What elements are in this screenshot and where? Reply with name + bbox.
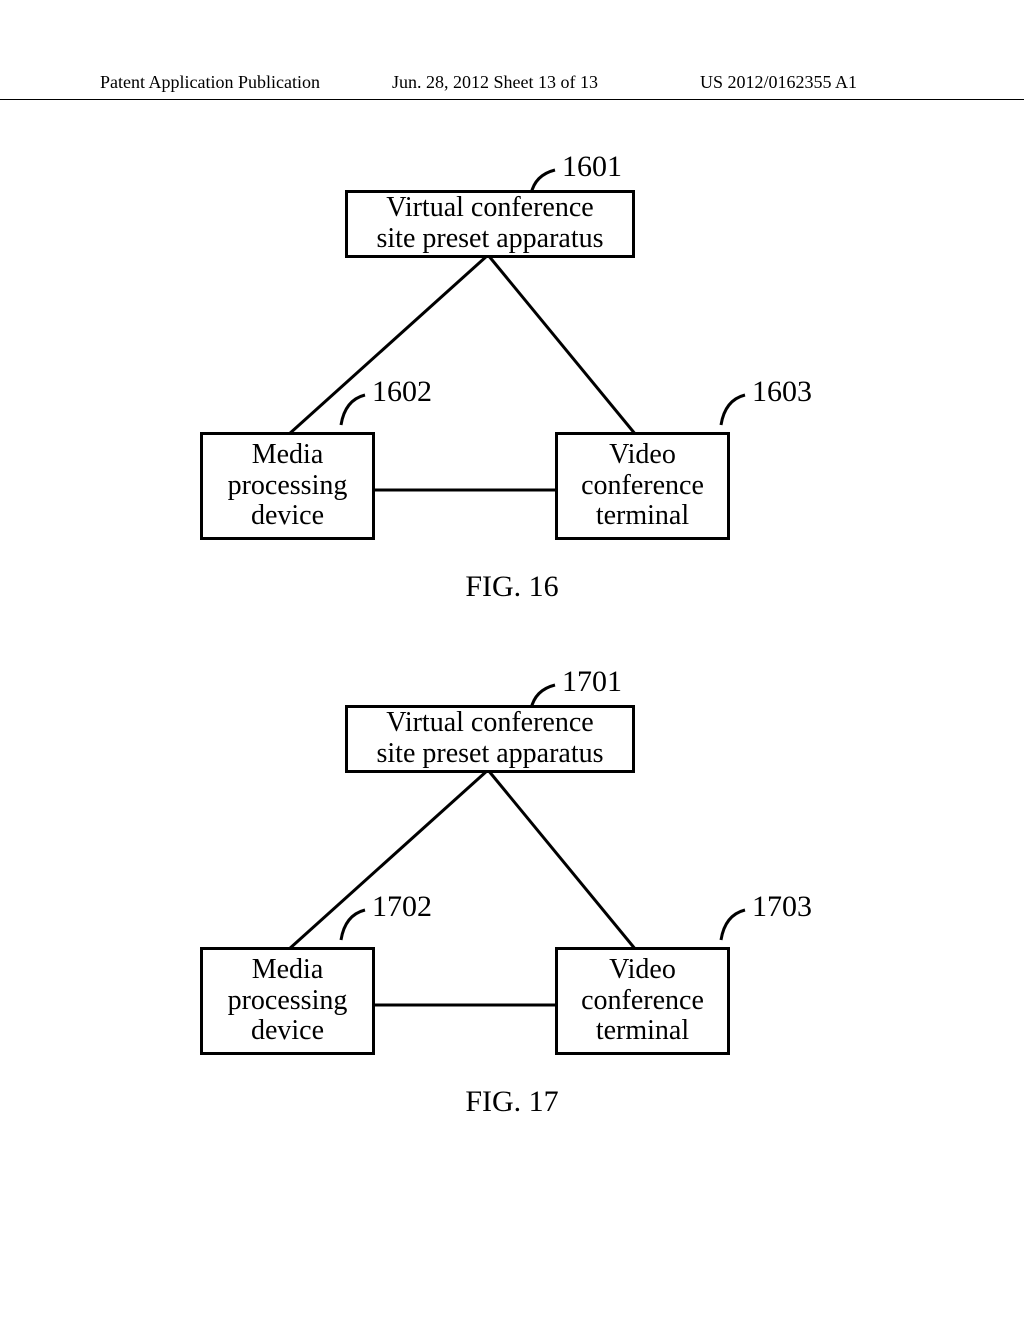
figure-16: Virtual conference site preset apparatus… — [0, 150, 1024, 650]
box-virtual-conference-preset-1701: Virtual conference site preset apparatus — [345, 705, 635, 773]
page-header: Patent Application Publication Jun. 28, … — [0, 72, 1024, 100]
header-center: Jun. 28, 2012 Sheet 13 of 13 — [392, 72, 598, 93]
box-1702-label: Media processing device — [228, 955, 348, 1047]
ref-1701: 1701 — [562, 665, 622, 699]
figure-17: Virtual conference site preset apparatus… — [0, 665, 1024, 1165]
header-left: Patent Application Publication — [100, 72, 320, 93]
figure-16-caption: FIG. 16 — [0, 570, 1024, 604]
box-1602-label: Media processing device — [228, 440, 348, 532]
box-1701-label: Virtual conference site preset apparatus — [376, 708, 603, 770]
box-media-processing-1602: Media processing device — [200, 432, 375, 540]
figure-17-caption: FIG. 17 — [0, 1085, 1024, 1119]
ref-1601: 1601 — [562, 150, 622, 184]
box-video-conference-terminal-1603: Video conference terminal — [555, 432, 730, 540]
ref-1603: 1603 — [752, 375, 812, 409]
box-1601-label: Virtual conference site preset apparatus — [376, 193, 603, 255]
box-video-conference-terminal-1703: Video conference terminal — [555, 947, 730, 1055]
ref-1703: 1703 — [752, 890, 812, 924]
box-1603-label: Video conference terminal — [581, 440, 704, 532]
box-media-processing-1702: Media processing device — [200, 947, 375, 1055]
box-1703-label: Video conference terminal — [581, 955, 704, 1047]
header-right: US 2012/0162355 A1 — [700, 72, 857, 93]
ref-1602: 1602 — [372, 375, 432, 409]
ref-1702: 1702 — [372, 890, 432, 924]
box-virtual-conference-preset-1601: Virtual conference site preset apparatus — [345, 190, 635, 258]
